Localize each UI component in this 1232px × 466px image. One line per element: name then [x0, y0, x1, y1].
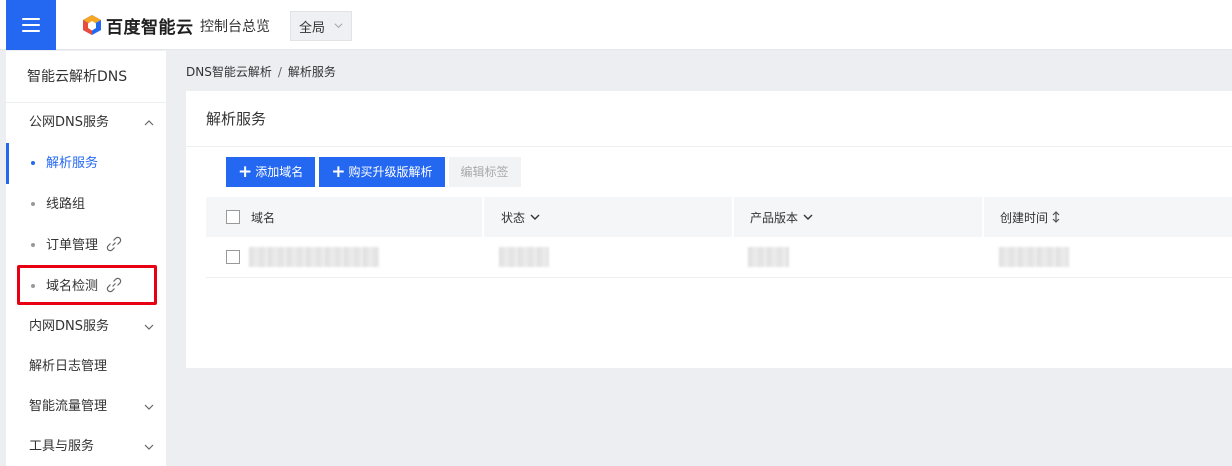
column-header-domain: 域名: [251, 210, 276, 225]
sidebar-group-label: 智能流量管理: [29, 399, 108, 414]
console-overview-link[interactable]: 控制台总览: [200, 16, 270, 36]
sidebar-item-label: 订单管理: [46, 238, 99, 253]
annotation-highlight-box: [17, 265, 157, 305]
breadcrumb-separator: /: [277, 65, 282, 79]
sidebar-group-label: 工具与服务: [29, 439, 95, 454]
chevron-down-icon: [144, 444, 154, 450]
sidebar-item-resolve-service[interactable]: 解析服务: [6, 143, 166, 184]
redacted-status: [499, 247, 549, 267]
toolbar: + 添加域名 + 购买升级版解析 编辑标签: [226, 157, 525, 187]
edit-tags-button[interactable]: 编辑标签: [448, 157, 521, 187]
row-checkbox-cell: [226, 237, 240, 277]
hamburger-icon: [22, 18, 40, 32]
page-title: 解析服务: [186, 91, 1232, 147]
sidebar-item-label: 解析服务: [46, 156, 99, 171]
created-cell-redacted: [999, 237, 1069, 277]
sidebar: 智能云解析DNS 公网DNS服务 解析服务 线路组 订单管理 域名检测 内网DN…: [6, 51, 166, 466]
buy-upgrade-button[interactable]: + 购买升级版解析: [319, 157, 445, 187]
breadcrumb-root-link[interactable]: DNS智能云解析: [186, 65, 272, 79]
active-indicator: [6, 143, 9, 184]
redacted-version: [748, 247, 789, 267]
button-label: 添加域名: [255, 165, 304, 179]
sidebar-group-public-dns[interactable]: 公网DNS服务: [6, 103, 166, 143]
button-label: 编辑标签: [460, 165, 509, 179]
chevron-down-icon: [334, 23, 343, 29]
status-cell-redacted: [499, 237, 549, 277]
chevron-up-icon: [144, 120, 154, 126]
sidebar-group-traffic[interactable]: 智能流量管理: [6, 387, 166, 427]
column-divider: [732, 197, 734, 237]
bullet-dot: [31, 243, 35, 247]
breadcrumb: DNS智能云解析 / 解析服务: [186, 63, 336, 80]
baidu-cloud-logo-icon: [83, 15, 101, 35]
column-header-label: 产品版本: [750, 210, 799, 225]
top-bar: 百度智能云 控制台总览 全局: [0, 0, 1232, 50]
column-header-version[interactable]: 产品版本: [750, 197, 813, 237]
chevron-down-icon: [144, 324, 154, 330]
region-select[interactable]: 全局: [290, 11, 352, 41]
version-cell-redacted: [748, 237, 789, 277]
sidebar-item-line-group[interactable]: 线路组: [6, 184, 166, 225]
brand-logo[interactable]: 百度智能云: [82, 13, 194, 38]
sort-icon: [1052, 211, 1060, 223]
add-domain-button[interactable]: + 添加域名: [226, 157, 316, 187]
external-link-icon: [106, 236, 122, 252]
redacted-created-time: [999, 247, 1069, 267]
chevron-down-icon: [144, 404, 154, 410]
sidebar-item-order-management[interactable]: 订单管理: [6, 225, 166, 266]
bullet-dot: [31, 161, 35, 165]
sidebar-title: 智能云解析DNS: [6, 51, 166, 103]
table-header: 域名 状态 产品版本 创建时间: [206, 197, 1232, 237]
sidebar-group-label: 公网DNS服务: [29, 115, 109, 130]
domain-table: 域名 状态 产品版本 创建时间: [206, 197, 1232, 278]
column-header-created[interactable]: 创建时间: [1000, 197, 1060, 237]
sidebar-group-label: 解析日志管理: [29, 359, 108, 374]
main-card: 解析服务 + 添加域名 + 购买升级版解析 编辑标签 域名 状态 产品版本 创建…: [186, 91, 1232, 368]
column-header-status[interactable]: 状态: [501, 197, 540, 237]
row-checkbox[interactable]: [226, 250, 240, 264]
table-row: [206, 237, 1232, 278]
region-select-value: 全局: [299, 20, 326, 36]
column-header-label: 状态: [501, 210, 526, 225]
button-label: 购买升级版解析: [348, 165, 433, 179]
select-all-checkbox[interactable]: [226, 210, 240, 224]
sidebar-group-private-dns[interactable]: 内网DNS服务: [6, 307, 166, 347]
chevron-down-icon: [530, 214, 540, 220]
select-all-checkbox-cell: 域名: [226, 197, 275, 237]
column-divider: [482, 197, 484, 237]
bullet-dot: [31, 202, 35, 206]
sidebar-group-tools[interactable]: 工具与服务: [6, 427, 166, 466]
sidebar-item-resolve-log[interactable]: 解析日志管理: [6, 347, 166, 387]
sidebar-item-label: 线路组: [46, 197, 86, 212]
plus-icon: +: [331, 162, 346, 182]
breadcrumb-current: 解析服务: [287, 65, 336, 79]
domain-cell-redacted: [249, 237, 379, 277]
menu-toggle-button[interactable]: [6, 0, 56, 50]
column-divider: [982, 197, 984, 237]
redacted-domain: [249, 247, 379, 267]
brand-name: 百度智能云: [106, 17, 194, 38]
chevron-down-icon: [803, 214, 813, 220]
sidebar-group-label: 内网DNS服务: [29, 319, 109, 334]
plus-icon: +: [238, 162, 253, 182]
column-header-label: 创建时间: [1000, 210, 1049, 225]
